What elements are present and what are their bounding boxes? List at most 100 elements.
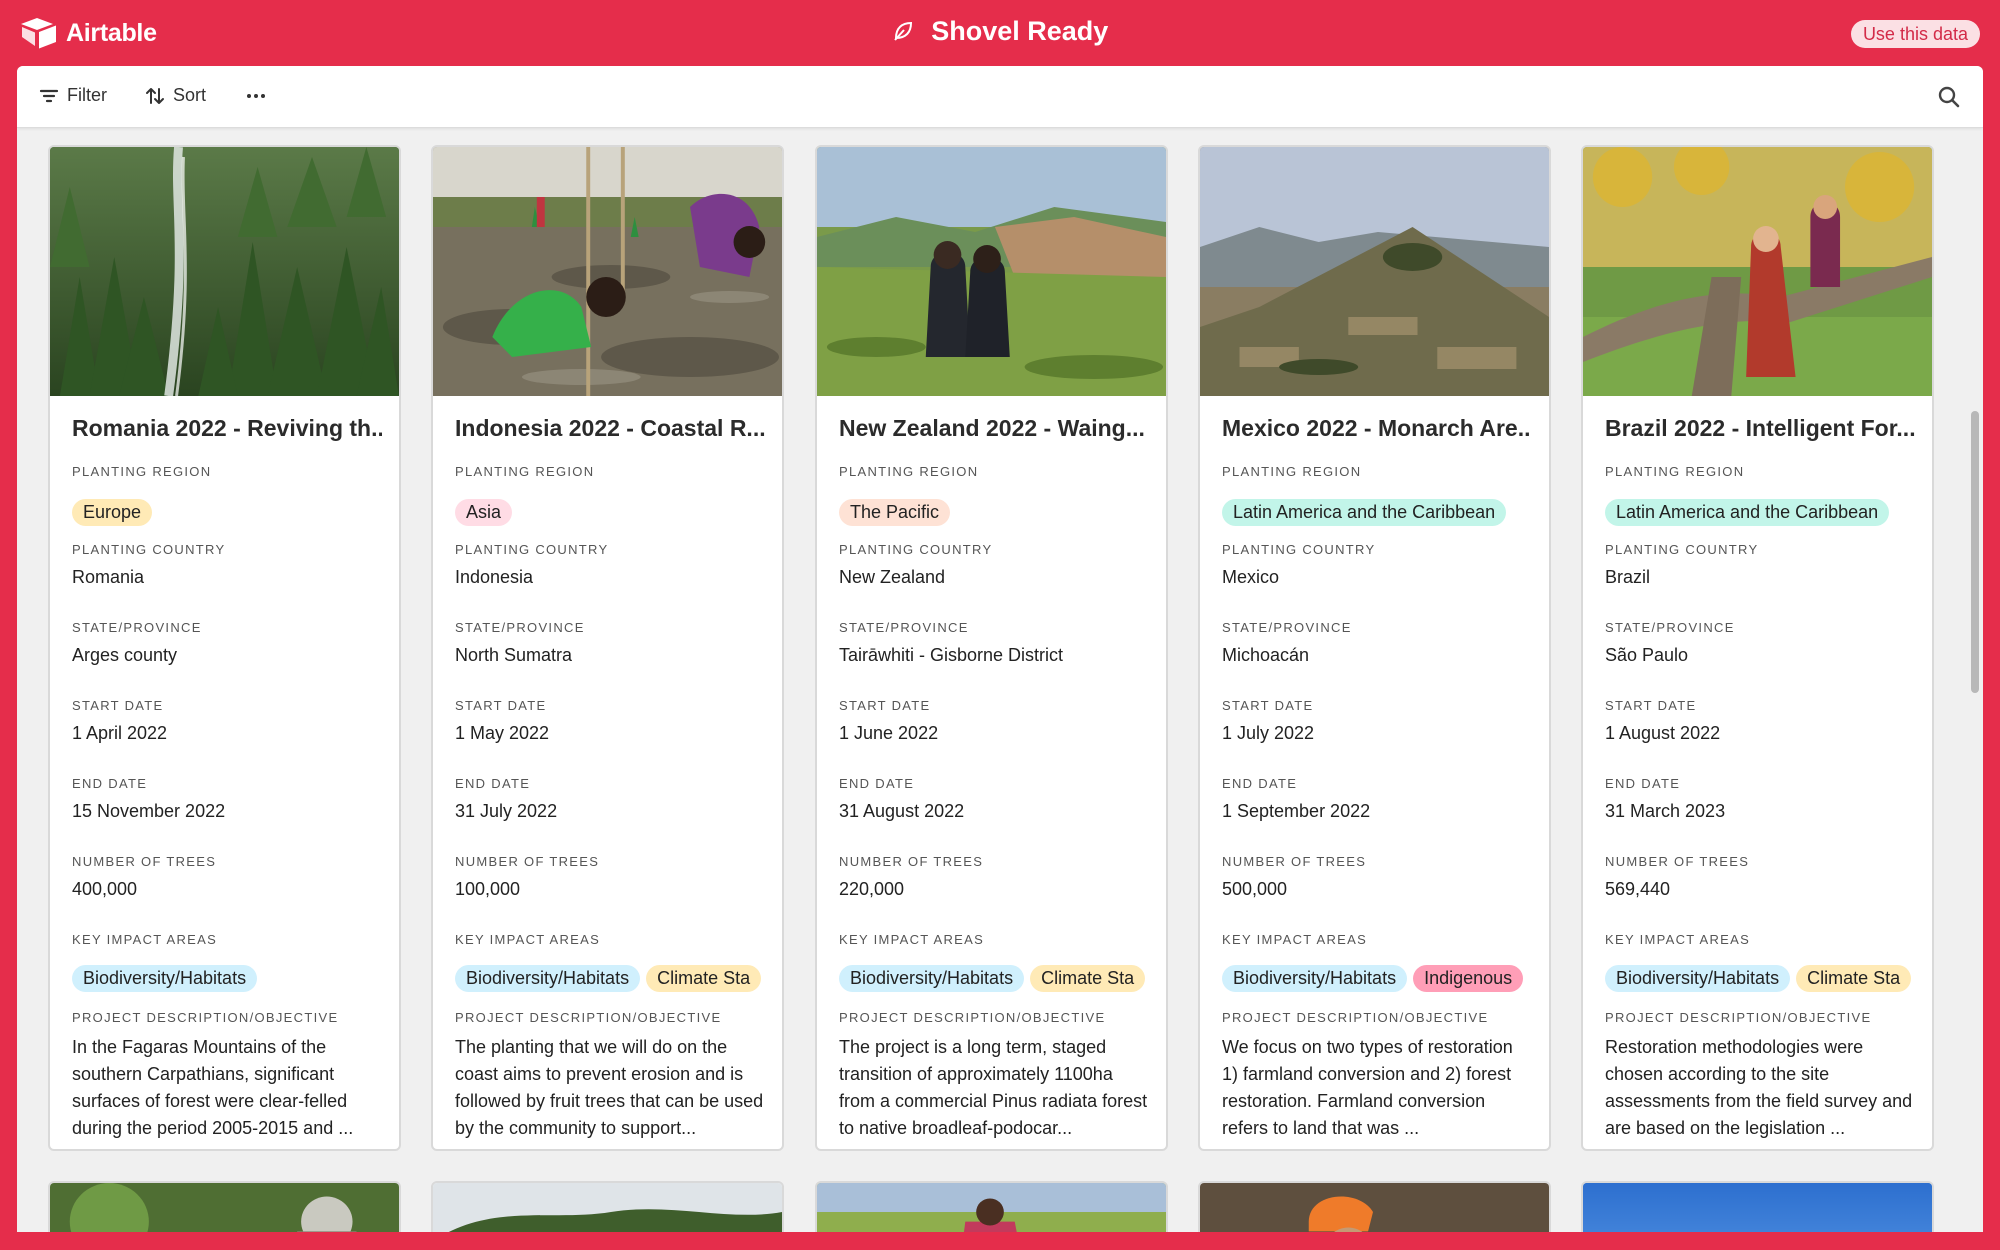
sort-button[interactable]: Sort <box>145 85 206 106</box>
record-card[interactable]: Mexico 2022 - Monarch Are... PLANTING RE… <box>1198 145 1551 1151</box>
field-label-desc: PROJECT DESCRIPTION/OBJECTIVE <box>455 1010 722 1025</box>
field-label-end: END DATE <box>1605 776 1681 791</box>
region-tag: Europe <box>72 499 153 526</box>
start-date-value: 1 May 2022 <box>455 723 550 743</box>
region-tag: Latin America and the Caribbean <box>1605 499 1890 526</box>
trees-value: 569,440 <box>1605 879 1671 899</box>
description-value: The planting that we will do on the coas… <box>455 1037 764 1138</box>
card-title: Mexico 2022 - Monarch Are... <box>1222 415 1532 441</box>
filter-icon <box>39 89 59 102</box>
field-label-impact: KEY IMPACT AREAS <box>1605 932 1751 947</box>
trees-value: 100,000 <box>455 879 521 899</box>
base-title-text: Shovel Ready <box>931 16 1109 46</box>
end-date-value: 31 March 2023 <box>1605 801 1726 821</box>
field-label-end: END DATE <box>72 776 148 791</box>
end-date-value: 31 July 2022 <box>455 801 558 821</box>
start-date-value: 1 July 2022 <box>1222 723 1315 743</box>
impact-tag: Indigenous <box>1413 965 1524 992</box>
field-label-desc: PROJECT DESCRIPTION/OBJECTIVE <box>839 1010 1106 1025</box>
region-tags: Latin America and the Caribbean <box>1605 499 1913 526</box>
field-label-state: STATE/PROVINCE <box>455 620 585 635</box>
description-value: Restoration methodologies were chosen ac… <box>1605 1037 1913 1138</box>
end-date-value: 1 September 2022 <box>1222 801 1371 821</box>
more-options-button[interactable] <box>246 86 266 106</box>
impact-tags: Biodiversity/Habitats <box>72 965 380 992</box>
search-icon[interactable] <box>1937 85 1961 109</box>
card-title: Brazil 2022 - Intelligent For... <box>1605 415 1915 441</box>
field-label-impact: KEY IMPACT AREAS <box>839 932 985 947</box>
more-icon <box>247 94 265 98</box>
region-tags: Europe <box>72 499 380 526</box>
start-date-value: 1 June 2022 <box>839 723 939 743</box>
field-label-end: END DATE <box>839 776 915 791</box>
sort-label: Sort <box>173 85 207 105</box>
card-title: Indonesia 2022 - Coastal R... <box>455 415 765 441</box>
region-tag: Latin America and the Caribbean <box>1222 499 1507 526</box>
region-tag: The Pacific <box>839 499 951 526</box>
region-tags: Asia <box>455 499 763 526</box>
record-card[interactable]: Brazil 2022 - Intelligent For... PLANTIN… <box>1581 145 1934 1151</box>
field-label-region: PLANTING REGION <box>72 464 212 479</box>
record-card[interactable]: Indonesia 2022 - Coastal R... PLANTING R… <box>431 145 784 1151</box>
country-value: Romania <box>72 567 145 587</box>
start-date-value: 1 August 2022 <box>1605 723 1721 743</box>
card-title: Romania 2022 - Reviving th... <box>72 415 382 441</box>
impact-tags: Biodiversity/Habitats Climate Sta <box>839 965 1147 992</box>
field-label-trees: NUMBER OF TREES <box>455 854 600 869</box>
filter-button[interactable]: Filter <box>39 85 107 106</box>
sort-icon <box>146 87 164 104</box>
field-label-region: PLANTING REGION <box>1605 464 1745 479</box>
top-bar: Airtable Shovel Ready Use this data <box>0 0 2000 66</box>
filter-label: Filter <box>67 85 107 105</box>
vertical-scrollbar[interactable] <box>1971 411 1979 693</box>
trees-value: 500,000 <box>1222 879 1288 899</box>
impact-tag: Biodiversity/Habitats <box>1605 965 1791 992</box>
field-label-start: START DATE <box>1222 698 1314 713</box>
trees-value: 220,000 <box>839 879 905 899</box>
impact-tags: Biodiversity/Habitats Climate Sta <box>1605 965 1913 992</box>
field-label-start: START DATE <box>1605 698 1697 713</box>
end-date-value: 31 August 2022 <box>839 801 965 821</box>
impact-tags: Biodiversity/Habitats Indigenous <box>1222 965 1530 992</box>
card-cover-image <box>433 147 782 396</box>
field-label-country: PLANTING COUNTRY <box>1605 542 1759 557</box>
impact-tag: Climate Sta <box>646 965 762 992</box>
use-this-data-button[interactable]: Use this data <box>1850 20 1980 48</box>
card-cover-image <box>817 147 1166 396</box>
country-value: Indonesia <box>455 567 534 587</box>
region-tags: Latin America and the Caribbean <box>1222 499 1530 526</box>
impact-tag: Biodiversity/Habitats <box>839 965 1025 992</box>
field-label-country: PLANTING COUNTRY <box>839 542 993 557</box>
field-label-state: STATE/PROVINCE <box>1222 620 1352 635</box>
impact-tags: Biodiversity/Habitats Climate Sta <box>455 965 763 992</box>
field-label-start: START DATE <box>455 698 547 713</box>
state-value: Tairāwhiti - Gisborne District <box>839 645 1064 665</box>
region-tags: The Pacific <box>839 499 1147 526</box>
country-value: Mexico <box>1222 567 1280 587</box>
record-card[interactable]: Romania 2022 - Reviving th... PLANTING R… <box>48 145 401 1151</box>
view-toolbar: Filter Sort <box>17 66 1983 128</box>
record-card[interactable]: New Zealand 2022 - Waing... PLANTING REG… <box>815 145 1168 1151</box>
field-label-desc: PROJECT DESCRIPTION/OBJECTIVE <box>1222 1010 1489 1025</box>
base-title: Shovel Ready <box>0 16 2000 47</box>
impact-tag: Climate Sta <box>1796 965 1912 992</box>
start-date-value: 1 April 2022 <box>72 723 168 743</box>
end-date-value: 15 November 2022 <box>72 801 226 821</box>
field-label-desc: PROJECT DESCRIPTION/OBJECTIVE <box>72 1010 339 1025</box>
impact-tag: Climate Sta <box>1030 965 1146 992</box>
impact-tag: Biodiversity/Habitats <box>1222 965 1408 992</box>
state-value: Arges county <box>72 645 178 665</box>
field-label-state: STATE/PROVINCE <box>1605 620 1735 635</box>
field-label-country: PLANTING COUNTRY <box>1222 542 1376 557</box>
description-value: We focus on two types of restoration 1) … <box>1222 1037 1513 1138</box>
state-value: São Paulo <box>1605 645 1689 665</box>
field-label-region: PLANTING REGION <box>839 464 979 479</box>
field-label-impact: KEY IMPACT AREAS <box>1222 932 1368 947</box>
trees-value: 400,000 <box>72 879 138 899</box>
country-value: Brazil <box>1605 567 1651 587</box>
gallery-panel: Filter Sort Romania 2022 - Reviving th..… <box>17 66 1983 1250</box>
field-label-end: END DATE <box>1222 776 1298 791</box>
card-cover-image <box>1200 147 1549 396</box>
state-value: North Sumatra <box>455 645 573 665</box>
field-label-trees: NUMBER OF TREES <box>839 854 984 869</box>
